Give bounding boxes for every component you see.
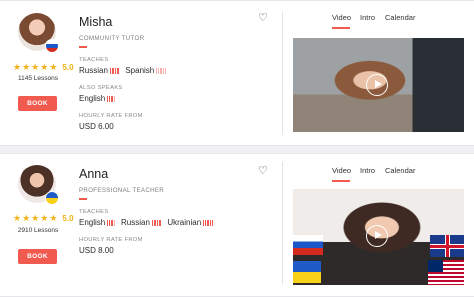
language-item: English	[79, 94, 115, 103]
ukraine-flag-icon	[293, 261, 321, 283]
divider	[282, 11, 283, 135]
star-icon: ★	[40, 62, 49, 72]
us-flag-icon	[428, 260, 464, 285]
active-tab-indicator	[332, 27, 350, 29]
proficiency-bars	[151, 219, 162, 226]
also-speaks-list: English	[79, 94, 115, 103]
tutor-name[interactable]: Misha	[79, 15, 112, 29]
play-icon[interactable]	[366, 74, 388, 96]
tutor-avatar[interactable]	[18, 165, 59, 205]
proficiency-bars	[109, 67, 120, 74]
star-icon: ★	[22, 213, 31, 223]
accent-dash	[79, 198, 87, 200]
rating-value: 5.0	[62, 63, 74, 72]
rating: ★ ★ ★ ★ ★ 5.0	[13, 62, 74, 73]
tab-calendar[interactable]: Calendar	[385, 13, 415, 22]
star-icon: ★	[49, 62, 58, 72]
language-item: English	[79, 218, 115, 227]
language-item: Russian	[79, 66, 120, 75]
hourly-rate: USD 8.00	[79, 246, 114, 255]
rate-label: HOURLY RATE FROM	[79, 113, 143, 119]
russia-flag-icon	[293, 235, 323, 255]
star-icon: ★	[22, 62, 31, 72]
tutor-name[interactable]: Anna	[79, 167, 108, 181]
teaches-label: TEACHES	[79, 57, 109, 63]
tutor-title: COMMUNITY TUTOR	[79, 35, 145, 42]
hourly-rate: USD 6.00	[79, 122, 114, 131]
lessons-count: 1145 Lessons	[18, 75, 58, 82]
russia-flag-icon	[45, 39, 59, 53]
language-item: Russian	[121, 218, 162, 227]
intro-video[interactable]	[293, 189, 464, 285]
heart-icon[interactable]: ♡	[258, 166, 268, 177]
star-icon: ★	[31, 213, 40, 223]
teaches-list: Russian Spanish	[79, 66, 166, 75]
tab-calendar[interactable]: Calendar	[385, 166, 415, 175]
language-name: Russian	[121, 218, 150, 227]
accent-dash	[79, 46, 87, 48]
uk-flag-icon	[430, 235, 464, 257]
star-icon: ★	[31, 62, 40, 72]
tutor-title: PROFESSIONAL TEACHER	[79, 187, 165, 194]
book-button[interactable]: BOOK	[18, 96, 57, 111]
proficiency-bars	[203, 219, 213, 226]
also-speaks-label: ALSO SPEAKS	[79, 85, 123, 91]
teaches-list: English Russian Ukrainian	[79, 218, 213, 227]
language-item: Ukrainian	[167, 218, 213, 227]
play-icon[interactable]	[366, 225, 388, 247]
book-button[interactable]: BOOK	[18, 249, 57, 264]
proficiency-bars	[107, 95, 115, 102]
star-icon: ★	[13, 213, 22, 223]
teaches-label: TEACHES	[79, 209, 109, 215]
language-name: Ukrainian	[167, 218, 202, 227]
star-icon: ★	[49, 213, 58, 223]
lessons-count: 2910 Lessons	[17, 227, 59, 234]
proficiency-bars	[107, 219, 115, 226]
heart-icon[interactable]: ♡	[258, 13, 268, 24]
rating-value: 5.0	[62, 214, 74, 223]
divider	[282, 162, 283, 284]
star-icon: ★	[40, 213, 49, 223]
intro-video[interactable]	[293, 38, 464, 132]
proficiency-bars	[156, 67, 166, 74]
language-name: Russian	[79, 66, 108, 75]
language-name: English	[79, 218, 106, 227]
star-icon: ★	[13, 62, 22, 72]
language-item: Spanish	[125, 66, 166, 75]
tab-intro[interactable]: Intro	[360, 13, 375, 22]
rating: ★ ★ ★ ★ ★ 5.0	[13, 213, 74, 224]
language-name: English	[79, 94, 106, 103]
tutor-avatar[interactable]	[18, 13, 59, 53]
active-tab-indicator	[332, 180, 350, 182]
tab-intro[interactable]: Intro	[360, 166, 375, 175]
tutor-card-misha: ★ ★ ★ ★ ★ 5.0 1145 Lessons BOOK Misha CO…	[0, 0, 474, 146]
rate-label: HOURLY RATE FROM	[79, 237, 143, 243]
language-name: Spanish	[125, 66, 155, 75]
tab-video[interactable]: Video	[332, 13, 351, 22]
ukraine-flag-icon	[45, 191, 59, 205]
tab-video[interactable]: Video	[332, 166, 351, 175]
